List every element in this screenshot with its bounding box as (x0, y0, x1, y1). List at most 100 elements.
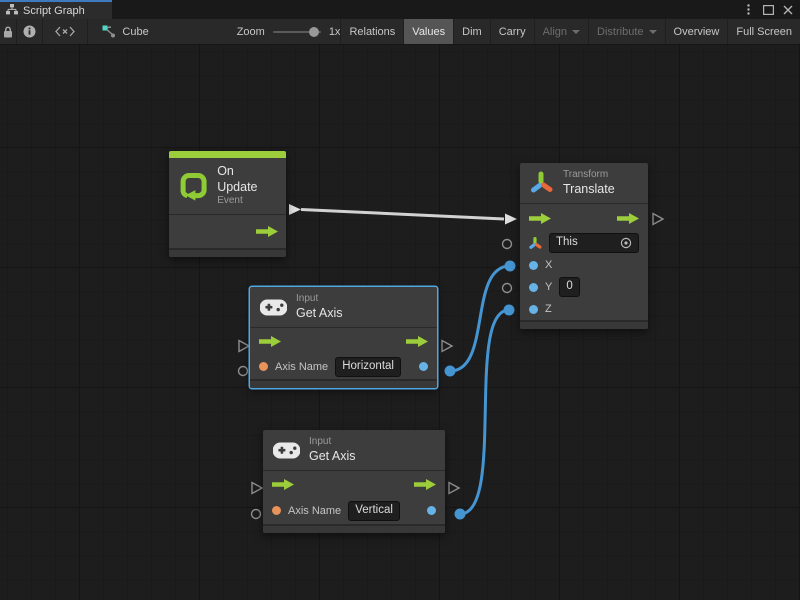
toolbar-buttons: Relations Values Dim Carry Align Distrib… (340, 19, 800, 44)
flow-output-arrow-icon[interactable] (617, 213, 639, 224)
axis-name-value-field[interactable]: Horizontal (335, 357, 401, 377)
axis-out-port-connected[interactable] (445, 366, 456, 377)
lock-button[interactable] (0, 19, 17, 44)
zoom-slider[interactable] (273, 31, 321, 33)
axis-name-row: Axis Name Vertical (263, 497, 445, 524)
distribute-dropdown[interactable]: Distribute (588, 19, 664, 44)
node-translate[interactable]: Transform Translate (520, 163, 648, 329)
align-dropdown[interactable]: Align (534, 19, 588, 44)
node-get-axis-horizontal[interactable]: Input Get Axis Axis Name Horizontal (250, 287, 437, 388)
axis-name-port-dot[interactable] (259, 362, 268, 371)
y-port-dot[interactable] (529, 283, 538, 292)
z-port-dot[interactable] (529, 305, 538, 314)
x-port-label: X (545, 259, 552, 271)
axis-output-port-dot[interactable] (419, 362, 428, 371)
dim-button[interactable]: Dim (453, 19, 490, 44)
flow-output-arrow-icon[interactable] (406, 336, 428, 347)
value-connection-horizontal-x[interactable] (450, 266, 510, 371)
this-value: This (556, 236, 578, 250)
graph-canvas[interactable]: On Update Event Transf (0, 45, 800, 600)
node-subtitle: Transform (563, 169, 615, 182)
graph-target[interactable]: Cube (88, 19, 158, 44)
flow-in-port[interactable] (239, 341, 249, 352)
values-button[interactable]: Values (403, 19, 453, 44)
info-icon (23, 25, 36, 38)
node-title: Get Axis (296, 306, 343, 322)
chevron-down-icon (649, 30, 657, 34)
flow-connection[interactable] (301, 210, 504, 220)
flow-row (520, 204, 648, 232)
relations-button[interactable]: Relations (340, 19, 403, 44)
zoom-slider-handle[interactable] (309, 27, 319, 37)
node-header: Input Get Axis (263, 430, 445, 471)
x-input-row: X (520, 254, 648, 276)
graph-toolbar: Cube Zoom 1x Relations Values Dim Carry … (0, 19, 800, 45)
node-subtitle: Input (309, 436, 356, 449)
window-controls (740, 0, 796, 19)
node-footer (169, 248, 286, 257)
node-header: On Update Event (169, 158, 286, 215)
x-in-port-connected[interactable] (505, 261, 516, 272)
axis-output-port-dot[interactable] (427, 506, 436, 515)
zoom-label: Zoom (237, 26, 265, 38)
tab-title: Script Graph (23, 5, 85, 17)
y-port-label: Y (545, 281, 552, 293)
flow-row (250, 328, 437, 354)
info-button[interactable] (17, 19, 43, 44)
full-screen-button[interactable]: Full Screen (727, 19, 800, 44)
axis-name-value-field[interactable]: Vertical (348, 501, 400, 521)
flow-output-arrow-icon[interactable] (414, 479, 436, 490)
axis-name-in-port[interactable] (239, 367, 248, 376)
kebab-menu-icon[interactable] (740, 2, 756, 18)
flow-input-arrow-icon[interactable] (529, 213, 551, 224)
axis-name-port-dot[interactable] (272, 506, 281, 515)
z-port-label: Z (545, 303, 552, 315)
tab-bar: Script Graph (0, 0, 800, 19)
carry-button[interactable]: Carry (490, 19, 534, 44)
this-object-field[interactable]: This (549, 233, 639, 253)
transform-axes-icon (530, 171, 554, 195)
value-connection-vertical-z[interactable] (460, 310, 509, 514)
flow-out-port[interactable] (653, 214, 663, 225)
gamepad-icon (260, 299, 287, 316)
zoom-control: Zoom 1x (237, 19, 341, 44)
gamepad-icon (273, 442, 300, 459)
node-title: Get Axis (309, 449, 356, 465)
flow-in-port[interactable] (252, 483, 262, 494)
flow-out-port-connected[interactable] (289, 204, 301, 215)
flow-input-arrow-icon[interactable] (259, 336, 281, 347)
flow-in-port-connected[interactable] (505, 214, 517, 225)
node-body (169, 215, 286, 248)
code-view-button[interactable] (43, 19, 88, 44)
code-literal-icon (54, 26, 76, 37)
lock-icon (3, 26, 13, 38)
chevron-down-icon (572, 30, 580, 34)
y-in-port[interactable] (503, 284, 512, 293)
node-footer (520, 320, 648, 329)
flow-out-port[interactable] (449, 483, 459, 494)
close-icon[interactable] (780, 2, 796, 18)
y-value-field[interactable]: 0 (559, 277, 579, 297)
node-get-axis-vertical[interactable]: Input Get Axis Axis Name Vertical (263, 430, 445, 533)
this-in-port[interactable] (503, 240, 512, 249)
axis-out-port-connected[interactable] (455, 509, 466, 520)
transform-axes-icon[interactable] (529, 237, 542, 250)
event-accent-strip (169, 151, 286, 158)
overview-button[interactable]: Overview (665, 19, 728, 44)
z-in-port-connected[interactable] (504, 305, 515, 316)
axis-name-in-port[interactable] (252, 510, 261, 519)
flow-output-arrow-icon[interactable] (256, 226, 278, 237)
maximize-icon[interactable] (760, 2, 776, 18)
tab-script-graph[interactable]: Script Graph (0, 0, 112, 19)
flow-out-port[interactable] (442, 341, 452, 352)
graph-pointer-icon (102, 25, 116, 38)
axis-name-label: Axis Name (288, 505, 341, 517)
x-port-dot[interactable] (529, 261, 538, 270)
node-on-update[interactable]: On Update Event (169, 151, 286, 257)
node-footer (250, 379, 437, 388)
flow-input-arrow-icon[interactable] (272, 479, 294, 490)
object-picker-icon[interactable] (620, 237, 632, 249)
node-subtitle: Input (296, 293, 343, 306)
node-footer (263, 524, 445, 533)
node-header: Transform Translate (520, 163, 648, 204)
